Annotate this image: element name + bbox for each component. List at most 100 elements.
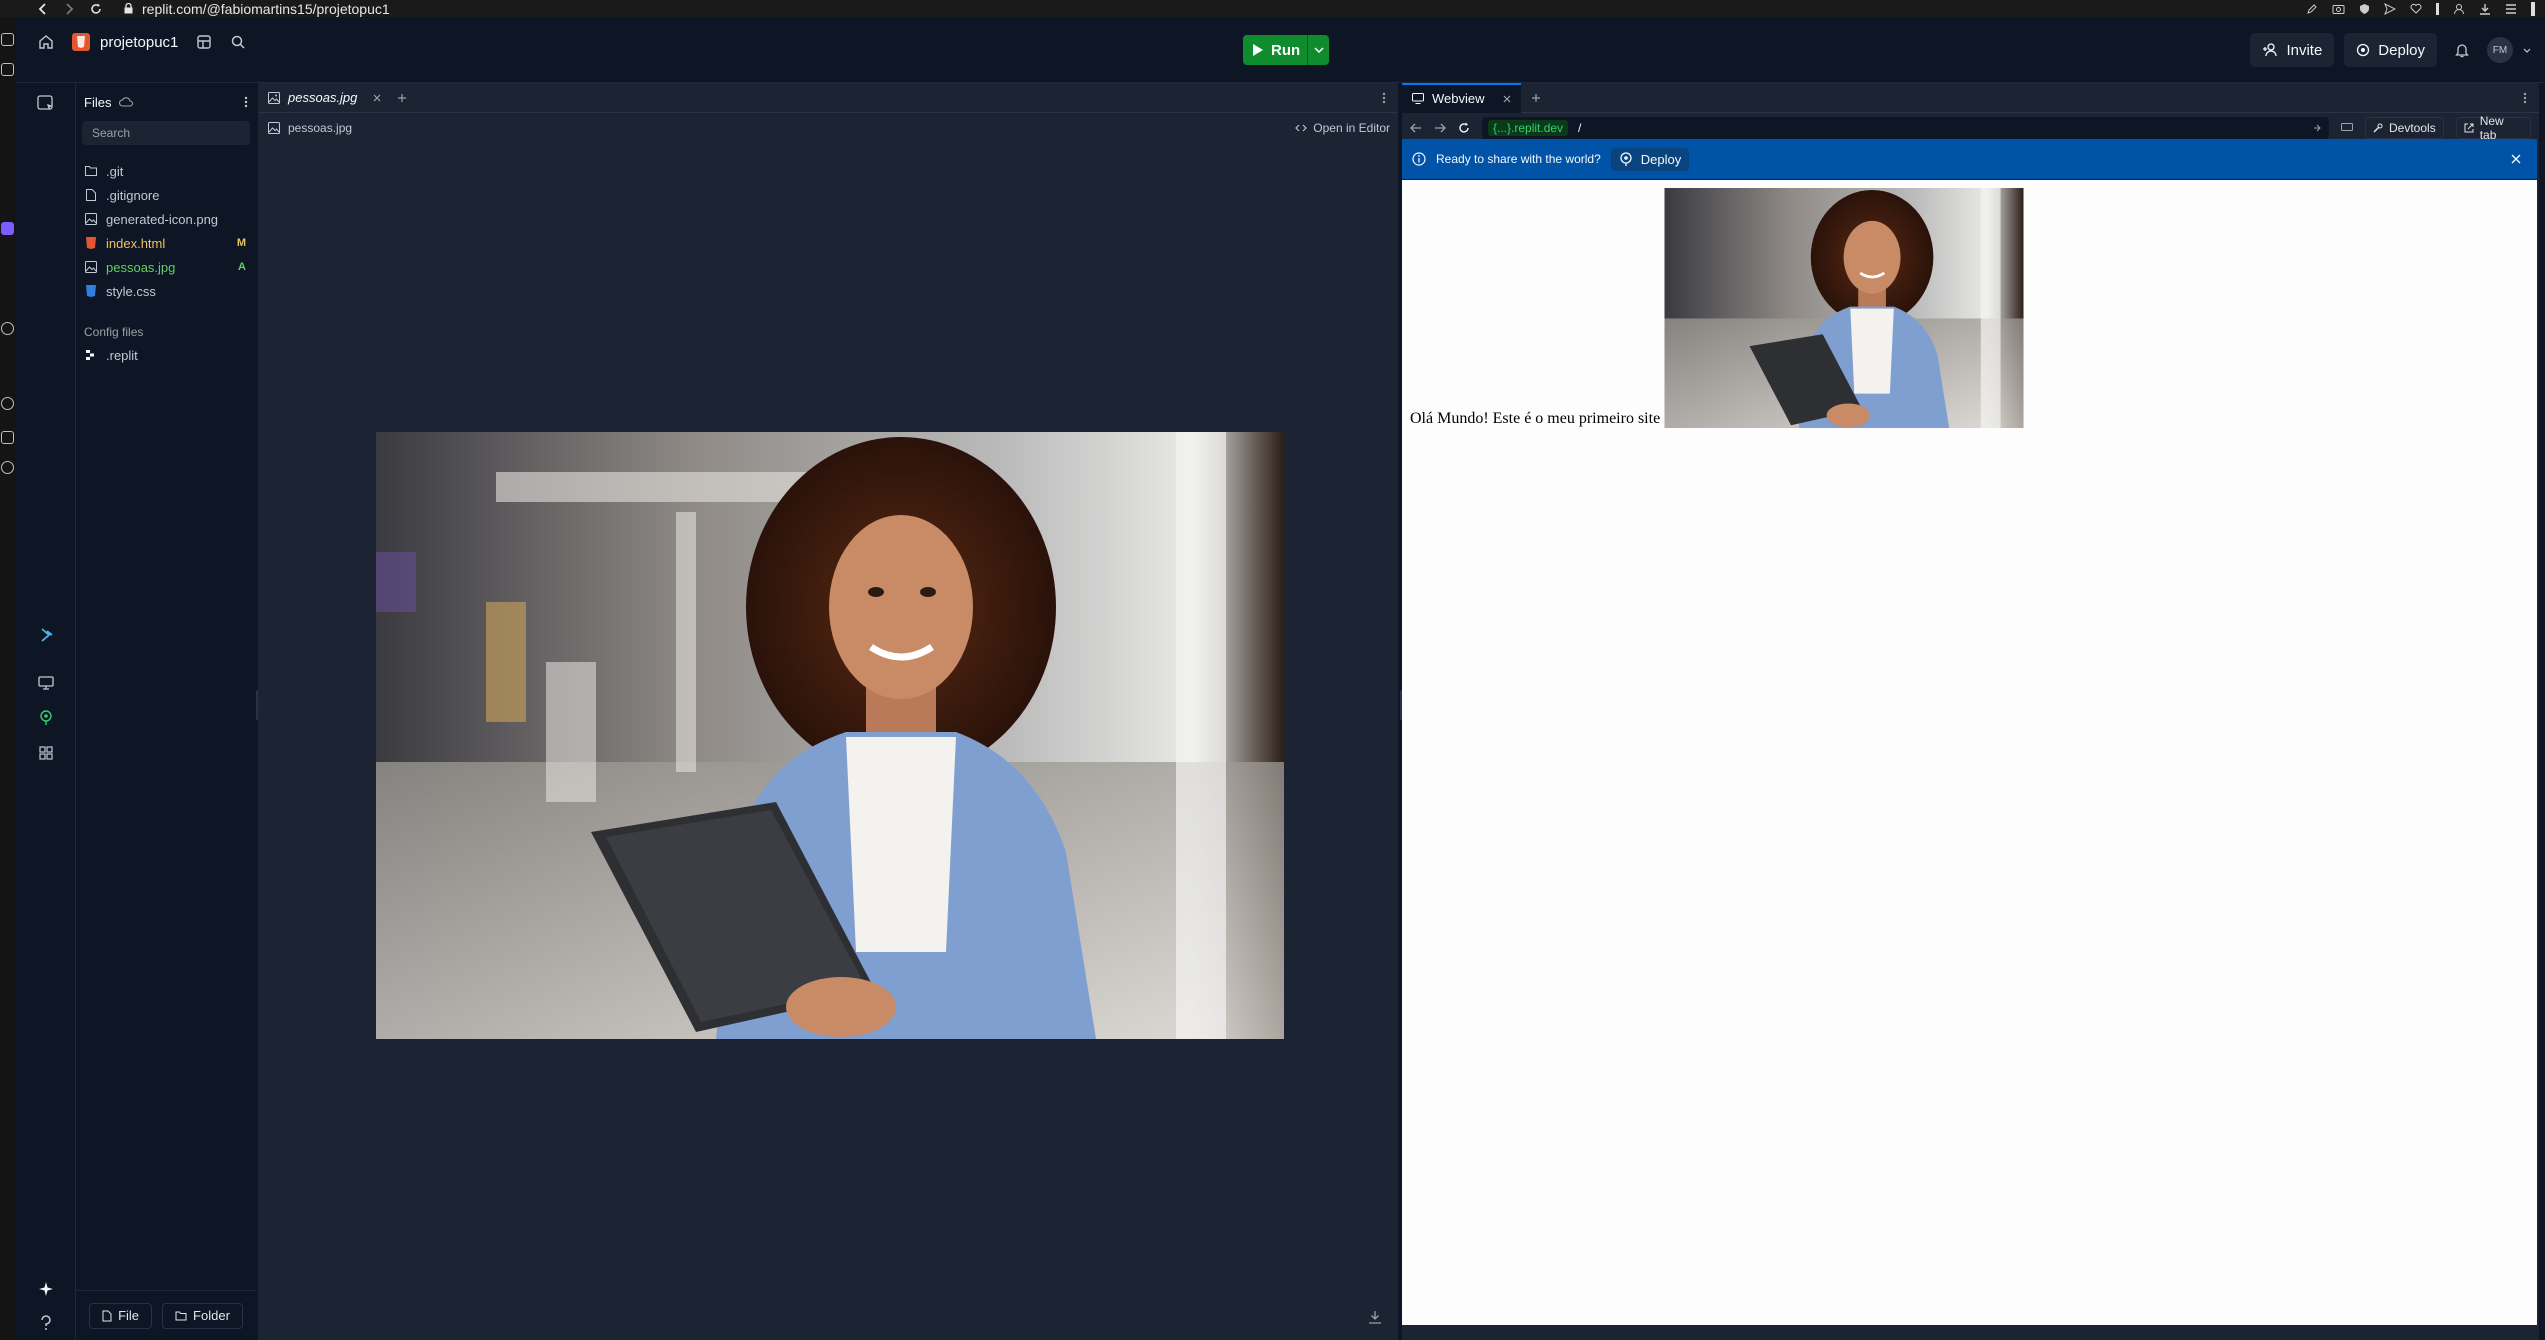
close-icon[interactable] bbox=[1503, 95, 1511, 103]
heart-icon[interactable] bbox=[2410, 3, 2422, 14]
info-icon bbox=[1412, 152, 1426, 166]
folder-icon bbox=[84, 164, 98, 178]
database-icon[interactable] bbox=[196, 34, 212, 50]
files-icon[interactable] bbox=[34, 91, 58, 115]
grid-icon[interactable] bbox=[34, 741, 58, 765]
invite-label: Invite bbox=[2286, 41, 2323, 59]
devtools-button[interactable]: Devtools bbox=[2365, 117, 2444, 139]
add-tab-icon[interactable] bbox=[397, 93, 407, 103]
git-status-badge: A bbox=[238, 261, 246, 273]
back-icon[interactable] bbox=[1410, 123, 1422, 133]
kebab-menu-icon[interactable] bbox=[2523, 92, 2527, 104]
file-row[interactable]: index.html M bbox=[76, 231, 256, 255]
dock-app-icon[interactable] bbox=[1, 33, 14, 46]
go-arrow-icon[interactable] bbox=[2313, 124, 2321, 132]
file-row[interactable]: pessoas.jpg A bbox=[76, 255, 256, 279]
address-bar[interactable]: replit.com/@fabiomartins15/projetopuc1 bbox=[124, 1, 390, 17]
add-user-icon bbox=[2262, 43, 2278, 57]
back-icon[interactable] bbox=[38, 2, 48, 15]
html-repl-icon bbox=[72, 33, 90, 51]
project-name[interactable]: projetopuc1 bbox=[100, 34, 178, 51]
dock-app-icon[interactable] bbox=[1, 397, 14, 410]
new-tab-button[interactable]: New tab bbox=[2455, 114, 2531, 142]
device-icon[interactable] bbox=[2341, 123, 2353, 133]
close-icon[interactable] bbox=[373, 94, 381, 102]
sparkle-icon[interactable] bbox=[34, 1277, 58, 1301]
file-name: style.css bbox=[106, 283, 156, 299]
reload-icon[interactable] bbox=[90, 3, 102, 15]
file-name: index.html bbox=[106, 235, 166, 251]
file-icon bbox=[84, 188, 98, 202]
url-path: / bbox=[1578, 121, 1582, 135]
file-name: generated-icon.png bbox=[106, 211, 219, 227]
run-button-group: Run bbox=[1243, 35, 1329, 65]
forward-icon[interactable] bbox=[1434, 123, 1446, 133]
kebab-menu-icon[interactable] bbox=[244, 96, 248, 108]
close-icon[interactable] bbox=[2511, 154, 2521, 164]
replit-config-icon bbox=[84, 348, 98, 362]
file-plus-icon bbox=[102, 1310, 112, 1322]
file-row[interactable]: .gitignore bbox=[76, 183, 256, 207]
kebab-menu-icon[interactable] bbox=[1382, 92, 1386, 104]
new-file-label: File bbox=[118, 1308, 140, 1323]
agent-icon[interactable] bbox=[34, 623, 58, 647]
dock-app-icon[interactable] bbox=[1, 322, 14, 335]
file-name: .replit bbox=[106, 347, 138, 363]
help-icon[interactable] bbox=[34, 1311, 58, 1335]
download-icon[interactable] bbox=[1368, 1310, 1382, 1324]
file-row[interactable]: generated-icon.png bbox=[76, 207, 256, 231]
tab-webview[interactable]: Webview bbox=[1402, 82, 1521, 113]
invite-button[interactable]: Invite bbox=[2250, 33, 2335, 67]
image-preview bbox=[376, 432, 1284, 1039]
site-portrait-image bbox=[1664, 188, 2024, 428]
bell-icon[interactable] bbox=[2447, 42, 2477, 58]
breadcrumb: pessoas.jpg bbox=[258, 113, 1398, 143]
edit-icon[interactable] bbox=[2306, 3, 2318, 15]
breadcrumb-file[interactable]: pessoas.jpg bbox=[288, 121, 352, 135]
run-button[interactable]: Run bbox=[1243, 35, 1307, 65]
deploy-button[interactable]: Deploy bbox=[2344, 33, 2437, 67]
dock-app-icon[interactable] bbox=[1, 461, 14, 474]
menu-icon[interactable] bbox=[2505, 3, 2517, 14]
avatar[interactable]: FM bbox=[2487, 37, 2513, 63]
tab-label: Webview bbox=[1432, 91, 1485, 106]
url-text: replit.com/@fabiomartins15/projetopuc1 bbox=[142, 0, 390, 17]
files-search-input[interactable]: Search bbox=[82, 121, 250, 145]
play-icon bbox=[1253, 44, 1263, 56]
shield-icon[interactable] bbox=[2359, 3, 2370, 15]
home-icon[interactable] bbox=[38, 34, 54, 50]
deployments-icon[interactable] bbox=[34, 706, 58, 730]
banner-deploy-button[interactable]: Deploy bbox=[1610, 147, 1690, 171]
domain-chip[interactable]: {...}.replit.dev bbox=[1488, 120, 1569, 136]
add-tab-icon[interactable] bbox=[1531, 93, 1541, 103]
download-icon[interactable] bbox=[2479, 3, 2491, 15]
new-folder-button[interactable]: Folder bbox=[162, 1302, 243, 1329]
new-file-button[interactable]: File bbox=[89, 1302, 153, 1329]
deploy-banner: Ready to share with the world? Deploy bbox=[1402, 139, 2537, 179]
tab-pessoas-jpg[interactable]: pessoas.jpg bbox=[258, 83, 391, 113]
image-icon bbox=[268, 122, 280, 134]
image-icon bbox=[84, 260, 98, 274]
file-row[interactable]: .git bbox=[76, 159, 256, 183]
separator-bar bbox=[2436, 2, 2439, 15]
run-options-button[interactable] bbox=[1307, 35, 1329, 65]
file-row-replit[interactable]: .replit bbox=[76, 343, 256, 367]
file-row[interactable]: style.css bbox=[76, 279, 256, 303]
profile-icon[interactable] bbox=[2453, 3, 2465, 15]
open-in-editor-button[interactable]: Open in Editor bbox=[1295, 113, 1390, 143]
dock-app-icon[interactable] bbox=[1, 63, 14, 76]
reload-icon[interactable] bbox=[1458, 122, 1470, 134]
files-panel: Files Search .git .gitignore generated-ico… bbox=[76, 83, 256, 1340]
search-icon[interactable] bbox=[230, 34, 246, 50]
monitor-icon bbox=[1412, 93, 1424, 104]
webview-url-input[interactable]: {...}.replit.dev / bbox=[1482, 117, 2329, 139]
camera-icon[interactable] bbox=[2332, 3, 2345, 14]
forward-icon[interactable] bbox=[64, 2, 74, 15]
send-icon[interactable] bbox=[2384, 2, 2396, 15]
chevron-down-icon[interactable] bbox=[2523, 48, 2531, 53]
os-dock bbox=[0, 17, 16, 1340]
dock-app-icon[interactable] bbox=[1, 431, 14, 444]
site-heading-text: Olá Mundo! Este é o meu primeiro site bbox=[1410, 410, 1661, 427]
dock-app-icon[interactable] bbox=[1, 222, 14, 235]
monitor-icon[interactable] bbox=[34, 671, 58, 695]
